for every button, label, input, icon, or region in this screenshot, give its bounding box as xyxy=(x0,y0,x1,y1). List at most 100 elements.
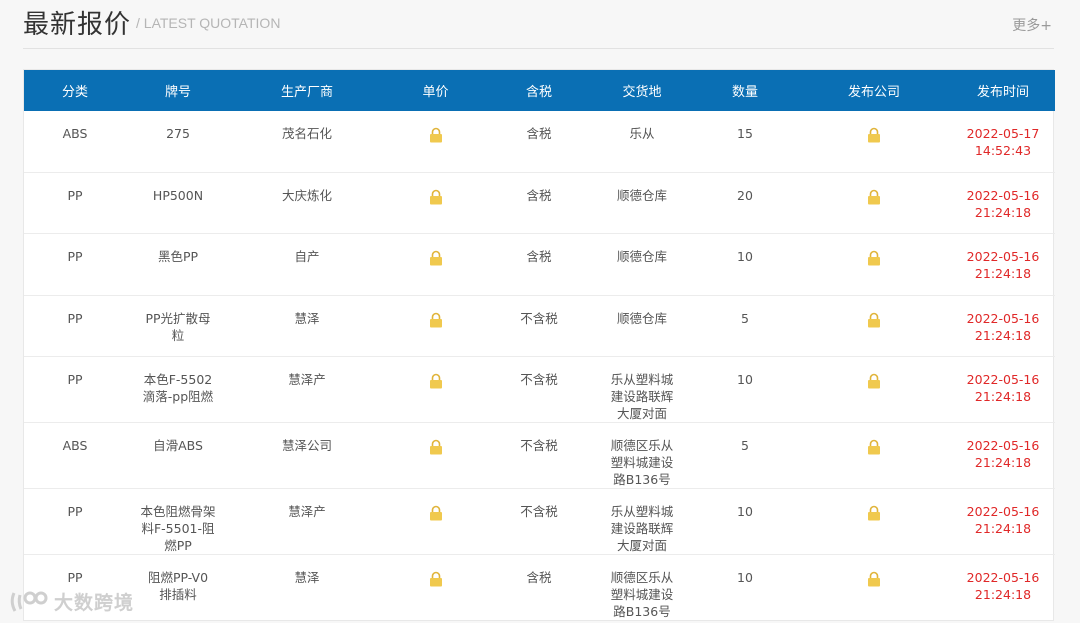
table-body: ABS 275 茂名石化 含税 乐从 15 2022-05-17 14:52:43 PP HP50… xyxy=(24,111,1055,620)
cell-quantity: 10 xyxy=(693,357,797,423)
cell-price xyxy=(384,489,487,555)
cell-grade: HP500N xyxy=(126,172,230,233)
table-row: PP HP500N 大庆炼化 含税 顺德仓库 20 2022-05-16 21:24:18 xyxy=(24,172,1055,233)
cell-delivery: 顺德区乐从塑料城建设路B136号 xyxy=(591,423,693,489)
col-header-time: 发布时间 xyxy=(976,85,1029,100)
cell-time: 2022-05-16 21:24:18 xyxy=(951,357,1055,423)
cell-category-text: ABS xyxy=(62,438,88,454)
cell-quantity-text: 5 xyxy=(741,438,749,454)
cell-maker: 大庆炼化 xyxy=(230,172,384,233)
cell-grade: 黑色PP xyxy=(126,234,230,295)
lock-icon[interactable] xyxy=(428,189,444,205)
lock-icon[interactable] xyxy=(866,250,882,266)
cell-maker-text: 茂名石化 xyxy=(281,126,332,141)
lock-icon[interactable] xyxy=(866,571,882,587)
cell-time: 2022-05-16 21:24:18 xyxy=(951,555,1055,621)
cell-maker-text: 慧泽产 xyxy=(288,504,326,520)
lock-icon[interactable] xyxy=(428,439,444,455)
cell-tax: 含税 xyxy=(487,234,591,295)
publish-date: 2022-05-16 xyxy=(966,438,1040,454)
cell-tax-text: 不含税 xyxy=(520,372,558,388)
cell-maker: 自产 xyxy=(230,234,384,295)
lock-icon[interactable] xyxy=(866,439,882,455)
publish-date: 2022-05-16 xyxy=(966,570,1040,586)
col-header-quantity: 数量 xyxy=(731,85,758,100)
cell-grade-text: 本色F-5502滴落-pp阻燃 xyxy=(142,372,214,405)
cell-grade: 本色阻燃骨架料F-5501-阻燃PP xyxy=(126,489,230,555)
table-row: PP 本色阻燃骨架料F-5501-阻燃PP 慧泽产 不含税 乐从塑料城建设路联辉大厦对面… xyxy=(24,488,1055,555)
cell-price xyxy=(384,357,487,423)
table-row: ABS 275 茂名石化 含税 乐从 15 2022-05-17 14:52:43 xyxy=(24,111,1055,172)
cell-quantity-text: 10 xyxy=(737,570,753,586)
lock-icon[interactable] xyxy=(428,127,444,143)
cell-tax-text: 不含税 xyxy=(520,438,558,454)
cell-tax-text: 不含税 xyxy=(520,310,558,326)
cell-maker-text: 慧泽产 xyxy=(288,372,326,388)
cell-tax: 含税 xyxy=(487,172,591,233)
cell-quantity: 5 xyxy=(693,295,797,356)
cell-quantity: 5 xyxy=(693,423,797,489)
publish-clock-time: 21:24:18 xyxy=(974,521,1032,537)
lock-icon[interactable] xyxy=(428,312,444,328)
cell-tax: 不含税 xyxy=(487,423,591,489)
more-link[interactable]: 更多+ xyxy=(1012,15,1052,35)
cell-delivery-text: 顺德仓库 xyxy=(616,310,667,326)
cell-price xyxy=(384,234,487,295)
lock-icon[interactable] xyxy=(866,189,882,205)
cell-grade: 阻燃PP-V0 排插料 xyxy=(126,555,230,621)
cell-grade-text: HP500N xyxy=(152,187,204,203)
lock-icon[interactable] xyxy=(866,505,882,521)
cell-maker: 慧泽 xyxy=(230,555,384,621)
watermark-logo: 大数跨境 xyxy=(8,588,134,615)
lock-icon[interactable] xyxy=(866,373,882,389)
lock-icon[interactable] xyxy=(428,250,444,266)
cell-grade: 本色F-5502滴落-pp阻燃 xyxy=(126,357,230,423)
cell-time: 2022-05-16 21:24:18 xyxy=(951,489,1055,555)
cell-grade: 275 xyxy=(126,111,230,172)
cell-delivery: 乐从 xyxy=(591,111,693,172)
table-row: ABS 自滑ABS 慧泽公司 不含税 顺德区乐从塑料城建设路B136号 5 2022-05-… xyxy=(24,422,1055,489)
cell-category-text: PP xyxy=(67,187,83,203)
table-header-row: 分类 牌号 生产厂商 单价 含税 交货地 数量 发布公司 发布时间 xyxy=(24,70,1055,111)
cell-tax: 含税 xyxy=(487,111,591,172)
cell-delivery: 乐从塑料城建设路联辉大厦对面 xyxy=(591,357,693,423)
cell-maker: 茂名石化 xyxy=(230,111,384,172)
lock-icon[interactable] xyxy=(428,571,444,587)
cell-delivery-text: 顺德区乐从塑料城建设路B136号 xyxy=(610,570,674,620)
cell-company xyxy=(797,295,951,356)
cell-maker-text: 慧泽 xyxy=(294,310,320,326)
watermark-text: 大数跨境 xyxy=(54,592,135,614)
cell-company xyxy=(797,423,951,489)
cell-quantity-text: 20 xyxy=(737,187,753,203)
cell-delivery: 顺德仓库 xyxy=(591,172,693,233)
lock-icon[interactable] xyxy=(866,127,882,143)
cell-quantity-text: 5 xyxy=(741,310,749,326)
cell-grade: PP光扩散母粒 xyxy=(126,295,230,356)
cell-price xyxy=(384,172,487,233)
cell-delivery-text: 乐从塑料城建设路联辉大厦对面 xyxy=(610,372,674,422)
cell-category: PP xyxy=(24,357,126,423)
cell-delivery: 顺德仓库 xyxy=(591,234,693,295)
col-header-delivery: 交货地 xyxy=(622,85,662,100)
cell-delivery: 顺德仓库 xyxy=(591,295,693,356)
cell-delivery-text: 顺德仓库 xyxy=(616,187,667,203)
cell-tax-text: 含税 xyxy=(526,187,552,203)
quotation-table: 分类 牌号 生产厂商 单价 含税 交货地 数量 发布公司 发布时间 ABS 275… xyxy=(23,69,1055,622)
table-row: PP PP光扩散母粒 慧泽 不含税 顺德仓库 5 2022-05-16 21:24:18 xyxy=(24,295,1055,356)
cell-grade-text: 黑色PP xyxy=(157,249,199,265)
page-subtitle: / LATEST QUOTATION xyxy=(136,15,281,31)
lock-icon[interactable] xyxy=(428,505,444,521)
cell-grade-text: 自滑ABS xyxy=(153,438,203,454)
table-row: PP 黑色PP 自产 含税 顺德仓库 10 2022-05-16 21:24:18 xyxy=(24,233,1055,295)
lock-icon[interactable] xyxy=(866,312,882,328)
cell-time: 2022-05-17 14:52:43 xyxy=(951,111,1055,172)
lock-icon[interactable] xyxy=(428,373,444,389)
cell-quantity: 10 xyxy=(693,555,797,621)
cell-tax: 不含税 xyxy=(487,357,591,423)
cell-category-text: PP xyxy=(67,249,83,265)
cell-time: 2022-05-16 21:24:18 xyxy=(951,295,1055,356)
cell-tax-text: 含税 xyxy=(526,126,552,141)
col-header-grade: 牌号 xyxy=(164,85,191,100)
cell-company xyxy=(797,489,951,555)
cell-category: ABS xyxy=(24,111,126,172)
